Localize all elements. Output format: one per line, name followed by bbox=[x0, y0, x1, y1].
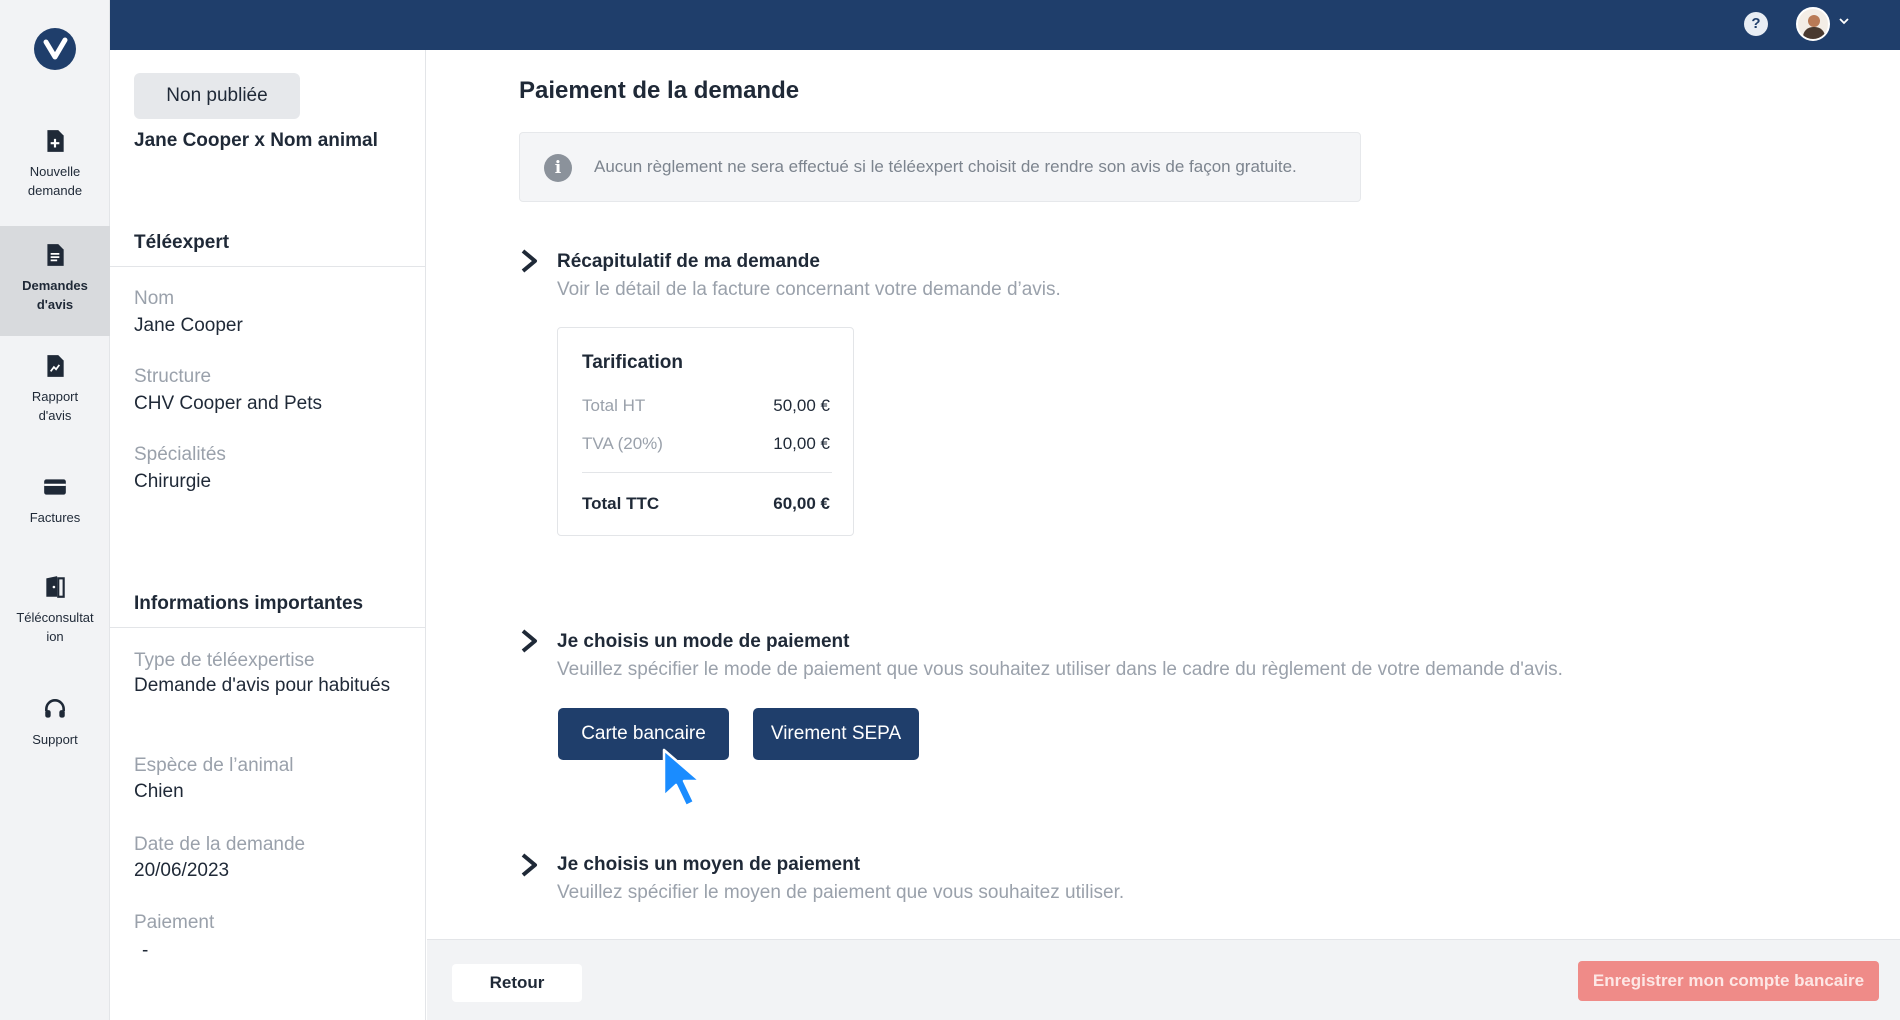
total-ht-value: 50,00 € bbox=[773, 396, 830, 415]
total-ttc-value: 60,00 € bbox=[773, 494, 830, 513]
moyen-subtitle: Veuillez spécifier le moyen de paiement … bbox=[557, 882, 1125, 903]
footer-bar: Retour Enregistrer mon compte bancaire bbox=[427, 939, 1900, 1020]
request-detail-panel: Non publiée Jane Cooper x Nom animal Tél… bbox=[110, 50, 426, 1020]
door-icon bbox=[46, 576, 65, 598]
divider bbox=[582, 472, 832, 473]
type-label: Type de téléexpertise bbox=[134, 650, 315, 671]
avatar[interactable] bbox=[1796, 7, 1830, 41]
back-button[interactable]: Retour bbox=[452, 964, 582, 1002]
sidebar-item-label: Factures bbox=[29, 510, 81, 525]
sidebar-item-label: Rapport bbox=[31, 389, 79, 404]
request-title: Jane Cooper x Nom animal bbox=[134, 130, 378, 151]
sidebar-item-label: ion bbox=[46, 629, 64, 644]
status-badge: Non publiée bbox=[134, 73, 300, 119]
report-icon bbox=[47, 355, 64, 377]
sidebar-item-demandes-avis[interactable]: Demandes d'avis bbox=[0, 226, 110, 336]
info-text: Aucun règlement ne sera effectué si le t… bbox=[594, 157, 1297, 176]
chevron-right-icon[interactable] bbox=[519, 628, 541, 658]
sidebar-item-label: demande bbox=[27, 183, 83, 198]
sidebar-item-rapport-avis[interactable]: Rapport d'avis bbox=[0, 353, 110, 433]
tarification-card: Tarification Total HT 50,00 € TVA (20%) … bbox=[557, 327, 854, 536]
file-plus-icon bbox=[47, 130, 64, 152]
payment-main: Paiement de la demande i Aucun règlement… bbox=[427, 50, 1900, 939]
document-icon bbox=[47, 244, 64, 266]
espece-value: Chien bbox=[134, 781, 184, 802]
nom-value: Jane Cooper bbox=[134, 315, 243, 336]
total-ht-label: Total HT bbox=[582, 396, 646, 415]
sidebar-item-nouvelle-demande[interactable]: Nouvelle demande bbox=[0, 128, 110, 208]
structure-label: Structure bbox=[134, 366, 212, 387]
page-title: Paiement de la demande bbox=[519, 77, 800, 104]
sidebar-item-label: Téléconsultat bbox=[16, 610, 94, 625]
specialites-label: Spécialités bbox=[134, 444, 226, 465]
info-icon: i bbox=[544, 154, 572, 182]
teleexpert-heading: Téléexpert bbox=[134, 232, 230, 253]
chevron-right-icon[interactable] bbox=[519, 248, 541, 278]
help-icon[interactable]: ? bbox=[1744, 12, 1768, 36]
sidebar-item-label: Support bbox=[32, 732, 78, 747]
tva-label: TVA (20%) bbox=[582, 434, 663, 453]
recap-subtitle: Voir le détail de la facture concernant … bbox=[557, 279, 1061, 300]
nom-label: Nom bbox=[134, 288, 175, 309]
tva-value: 10,00 € bbox=[773, 434, 830, 453]
divider bbox=[110, 266, 426, 267]
chevron-down-icon[interactable] bbox=[1838, 14, 1850, 30]
headset-icon bbox=[45, 699, 65, 718]
info-banner: i Aucun règlement ne sera effectué si le… bbox=[519, 132, 1361, 202]
tarification-title: Tarification bbox=[582, 352, 683, 373]
credit-card-icon bbox=[44, 479, 66, 495]
sidebar-item-label: d'avis bbox=[36, 297, 74, 312]
moyen-title[interactable]: Je choisis un moyen de paiement bbox=[557, 854, 860, 876]
virement-sepa-button[interactable]: Virement SEPA bbox=[753, 708, 919, 760]
sidebar: Nouvelle demande Demandes d'avis Rapport… bbox=[0, 0, 110, 1020]
espece-label: Espèce de l’animal bbox=[134, 755, 294, 776]
sidebar-item-teleconsultation[interactable]: Téléconsultat ion bbox=[0, 574, 110, 654]
mode-subtitle: Veuillez spécifier le mode de paiement q… bbox=[557, 659, 1563, 680]
date-label: Date de la demande bbox=[134, 834, 306, 855]
paiement-label: Paiement bbox=[134, 912, 215, 933]
mouse-cursor-icon bbox=[662, 748, 702, 808]
structure-value: CHV Cooper and Pets bbox=[134, 393, 322, 414]
sidebar-item-factures[interactable]: Factures bbox=[0, 474, 110, 534]
save-bank-account-button[interactable]: Enregistrer mon compte bancaire bbox=[1578, 961, 1879, 1001]
brand-logo[interactable] bbox=[34, 28, 76, 70]
date-value: 20/06/2023 bbox=[134, 860, 230, 881]
specialites-value: Chirurgie bbox=[134, 471, 212, 492]
type-value: Demande d'avis pour habitués bbox=[134, 675, 391, 696]
chevron-right-icon[interactable] bbox=[519, 852, 541, 882]
recap-title[interactable]: Récapitulatif de ma demande bbox=[557, 251, 820, 273]
top-bar bbox=[110, 0, 1900, 50]
sidebar-item-label: Demandes bbox=[22, 278, 88, 293]
paiement-value: - bbox=[142, 940, 149, 961]
sidebar-item-label: d'avis bbox=[38, 408, 72, 423]
infos-heading: Informations importantes bbox=[134, 593, 364, 614]
sidebar-item-support[interactable]: Support bbox=[0, 696, 110, 756]
mode-title[interactable]: Je choisis un mode de paiement bbox=[557, 631, 849, 653]
divider bbox=[110, 627, 426, 628]
total-ttc-label: Total TTC bbox=[582, 494, 660, 513]
sidebar-item-label: Nouvelle bbox=[29, 164, 81, 179]
